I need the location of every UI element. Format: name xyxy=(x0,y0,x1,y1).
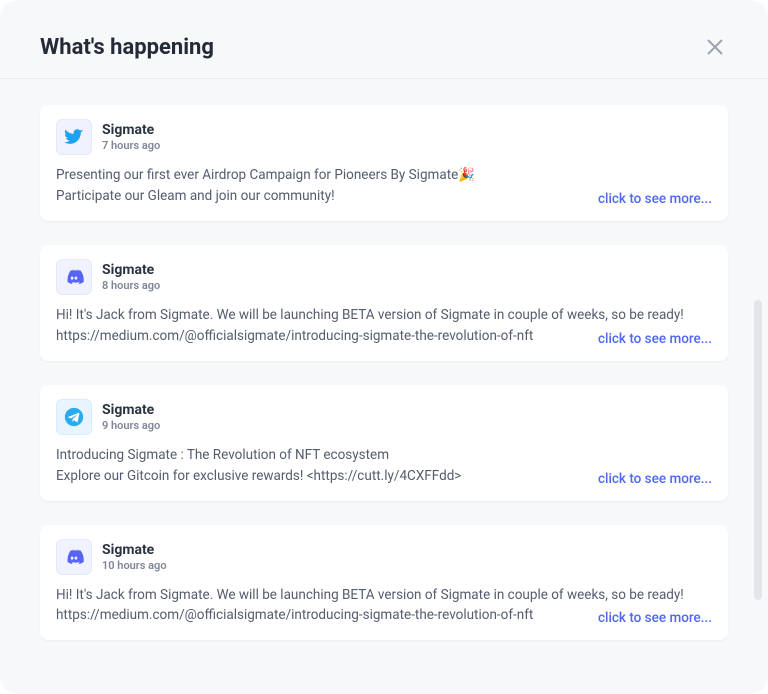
platform-icon-box xyxy=(56,399,92,435)
platform-icon-box xyxy=(56,119,92,155)
post-time: 7 hours ago xyxy=(102,139,160,152)
card-header: Sigmate 8 hours ago xyxy=(56,259,712,295)
card-header: Sigmate 9 hours ago xyxy=(56,399,712,435)
platform-icon-box xyxy=(56,259,92,295)
see-more-link[interactable]: click to see more... xyxy=(568,610,712,626)
post-author: Sigmate xyxy=(102,542,167,558)
feed-card: Sigmate 8 hours ago Hi! It's Jack from S… xyxy=(40,245,728,361)
twitter-icon xyxy=(64,127,84,147)
card-header: Sigmate 10 hours ago xyxy=(56,539,712,575)
post-time: 8 hours ago xyxy=(102,279,160,292)
feed-container: Sigmate 7 hours ago Presenting our first… xyxy=(0,79,768,683)
close-icon xyxy=(704,36,726,58)
telegram-icon xyxy=(64,407,84,427)
card-header: Sigmate 7 hours ago xyxy=(56,119,712,155)
post-time: 10 hours ago xyxy=(102,559,167,572)
whats-happening-panel: What's happening Sigmate 7 hours ago P xyxy=(0,0,768,694)
post-time: 9 hours ago xyxy=(102,419,160,432)
see-more-link[interactable]: click to see more... xyxy=(568,191,712,207)
post-author: Sigmate xyxy=(102,122,160,138)
feed-card: Sigmate 9 hours ago Introducing Sigmate … xyxy=(40,385,728,501)
discord-icon xyxy=(64,267,84,287)
post-author: Sigmate xyxy=(102,262,160,278)
close-button[interactable] xyxy=(702,34,728,60)
post-author: Sigmate xyxy=(102,402,160,418)
feed-card: Sigmate 10 hours ago Hi! It's Jack from … xyxy=(40,525,728,641)
platform-icon-box xyxy=(56,539,92,575)
panel-title: What's happening xyxy=(40,35,214,60)
see-more-link[interactable]: click to see more... xyxy=(568,331,712,347)
feed-card: Sigmate 7 hours ago Presenting our first… xyxy=(40,105,728,221)
panel-header: What's happening xyxy=(0,0,768,79)
discord-icon xyxy=(64,547,84,567)
see-more-link[interactable]: click to see more... xyxy=(568,471,712,487)
scrollbar-thumb[interactable] xyxy=(754,300,762,600)
